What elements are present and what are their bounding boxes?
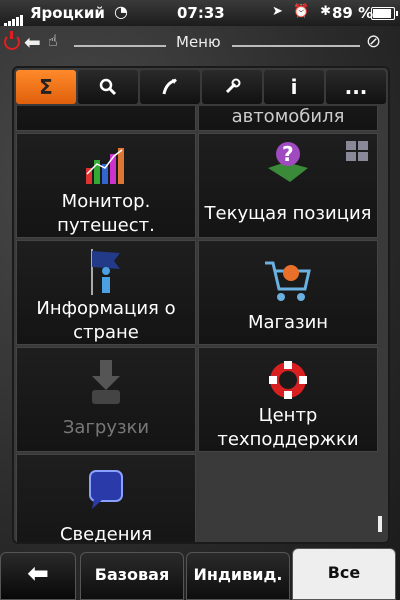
tab-basic[interactable]: Базовая	[80, 552, 184, 600]
tab-info[interactable]: i	[264, 70, 324, 104]
tab-search[interactable]	[78, 70, 138, 104]
wrench-icon	[225, 78, 241, 94]
hand-pointer-icon[interactable]: ☝	[48, 31, 58, 50]
back-arrow-icon[interactable]: ⬅	[24, 30, 41, 54]
info-flag-icon	[91, 249, 120, 295]
route-icon	[162, 78, 177, 95]
menu-item-label: Текущая позиция	[204, 203, 372, 224]
signal-icon	[4, 8, 24, 26]
sigma-icon: Σ	[39, 75, 53, 99]
battery-percent: 89 %	[332, 4, 374, 22]
gps-off-icon[interactable]: ⊘	[366, 31, 381, 52]
status-bar: Яроцкий ◔ 07:33 ➤ ⏰ ✱ 89 %	[0, 0, 400, 26]
power-icon[interactable]	[4, 31, 20, 50]
menu-item-downloads[interactable]: Загрузки	[16, 347, 196, 452]
tab-custom[interactable]: Индивид.	[186, 552, 290, 600]
tab-sigma[interactable]: Σ	[16, 70, 76, 104]
bar-chart-icon	[86, 148, 124, 184]
tab-all[interactable]: Все	[292, 548, 396, 600]
menu-item-current-position[interactable]: ? Текущая позиция	[198, 133, 378, 238]
battery-icon	[371, 7, 398, 20]
menu-item-label: Загрузки	[62, 417, 150, 438]
speech-bubble-icon	[89, 470, 123, 509]
title-divider-left	[74, 45, 166, 47]
menu-item-label-2: техподдержки	[217, 429, 359, 450]
back-button[interactable]: ⬅	[0, 552, 76, 600]
menu-item-about[interactable]: Сведения	[16, 454, 196, 542]
download-icon	[92, 360, 120, 404]
menu-item-vehicle[interactable]: автомобиля	[198, 106, 378, 131]
back-arrow-icon: ⬅	[27, 559, 49, 589]
menu-item-support-center[interactable]: Центр техподдержки	[198, 347, 378, 452]
menu-panel: Σ i ... автомобиля Монитор. путешест. ? …	[12, 66, 390, 544]
menu-item-label-2: путешест.	[57, 215, 155, 236]
bottom-tab-bar: ⬅ Базовая Индивид. Все	[0, 546, 400, 600]
menu-item-label: Центр	[258, 405, 318, 426]
more-icon: ...	[344, 75, 368, 99]
menu-item-empty	[198, 454, 378, 542]
shopping-cart-icon	[265, 261, 311, 301]
menu-item-label-2: стране	[73, 322, 139, 343]
info-icon: i	[290, 75, 298, 99]
search-icon	[99, 78, 117, 96]
wifi-icon: ◔	[114, 2, 128, 21]
menu-item-trip-monitor[interactable]: Монитор. путешест.	[16, 133, 196, 238]
scrollbar[interactable]	[378, 516, 382, 532]
status-icons: ➤ ⏰ ✱	[272, 4, 335, 19]
clock: 07:33	[177, 4, 225, 22]
svg-text:?: ?	[282, 142, 294, 166]
menu-item-shop[interactable]: Магазин	[198, 240, 378, 345]
carrier-name: Яроцкий	[30, 4, 105, 22]
menu-grid: автомобиля Монитор. путешест. ? Текущая …	[16, 106, 382, 542]
category-tabs: Σ i ...	[16, 70, 386, 104]
lifebuoy-icon	[269, 361, 307, 399]
tab-route[interactable]	[140, 70, 200, 104]
title-divider-right	[232, 45, 360, 47]
page-title: Меню	[176, 33, 221, 51]
menu-item-label: Магазин	[247, 312, 329, 333]
menu-item-partial-left[interactable]	[16, 106, 196, 131]
tab-more[interactable]: ...	[326, 70, 386, 104]
menu-item-label: Монитор.	[61, 191, 151, 212]
menu-item-label: Сведения	[59, 524, 153, 542]
menu-item-label: автомобиля	[231, 106, 345, 127]
title-bar: ⬅ ☝ Меню ⊘	[0, 28, 400, 62]
grid-view-icon[interactable]	[345, 140, 369, 162]
map-question-icon: ?	[268, 142, 308, 182]
menu-item-country-info[interactable]: Информация о стране	[16, 240, 196, 345]
tab-settings[interactable]	[202, 70, 262, 104]
menu-item-label: Информация о	[36, 298, 176, 319]
